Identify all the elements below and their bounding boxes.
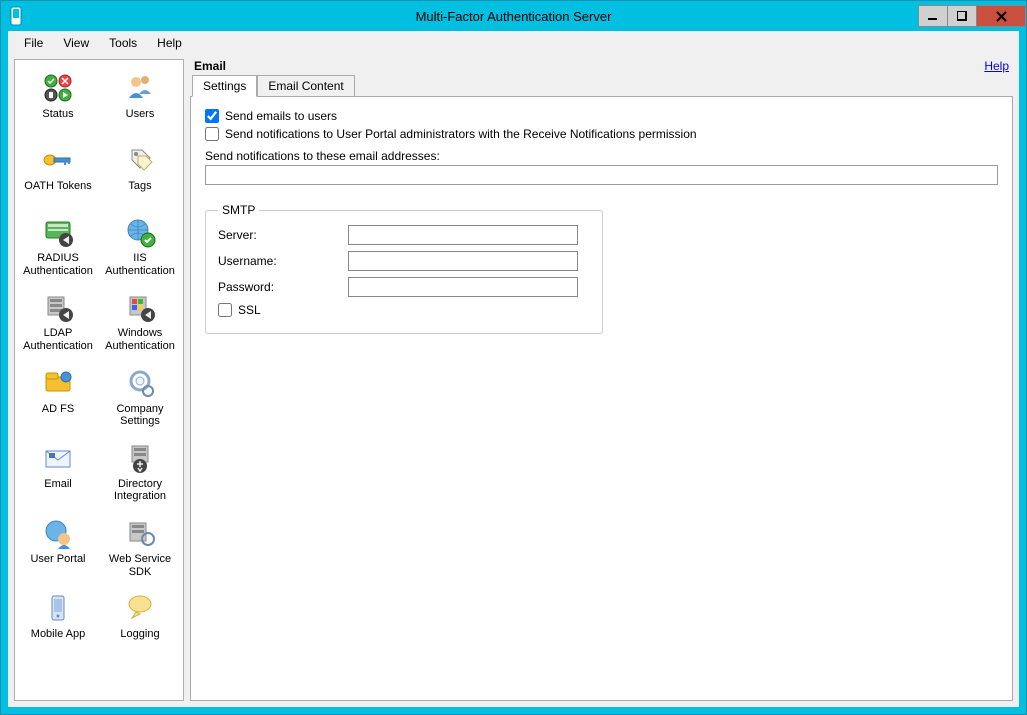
smtp-ssl-row: SSL <box>218 303 590 317</box>
menu-tools[interactable]: Tools <box>99 34 147 52</box>
menu-file[interactable]: File <box>14 34 53 52</box>
smtp-password-row: Password: <box>218 277 590 297</box>
app-window: Multi-Factor Authentication Server File … <box>0 0 1027 715</box>
sidebar-item-logging[interactable]: Logging <box>99 586 181 654</box>
sidebar-item-user-portal[interactable]: User Portal <box>17 511 99 582</box>
key-icon <box>40 142 76 178</box>
sidebar-item-label: Windows Authentication <box>101 327 179 352</box>
mobile-icon <box>40 590 76 626</box>
smtp-ssl-label: SSL <box>238 303 261 317</box>
window-title: Multi-Factor Authentication Server <box>1 9 1026 24</box>
sidebar-item-oath-tokens[interactable]: OATH Tokens <box>17 138 99 206</box>
main-panel: Email Help Settings Email Content Send e… <box>190 59 1013 701</box>
sidebar-item-label: OATH Tokens <box>24 180 91 193</box>
sidebar-item-label: Users <box>126 108 155 121</box>
tab-strip: Settings Email Content <box>192 75 1013 97</box>
panel-title: Email <box>194 59 226 73</box>
titlebar: Multi-Factor Authentication Server <box>1 1 1026 31</box>
send-emails-label: Send emails to users <box>225 109 337 123</box>
tab-container: Settings Email Content Send emails to us… <box>190 75 1013 701</box>
window-body: File View Tools Help <box>8 31 1019 707</box>
sidebar-item-windows-auth[interactable]: Windows Authentication <box>99 285 181 356</box>
send-notif-admins-checkbox[interactable] <box>205 127 219 141</box>
notif-addresses-label: Send notifications to these email addres… <box>205 149 998 163</box>
menubar: File View Tools Help <box>8 31 1019 55</box>
help-link[interactable]: Help <box>984 59 1009 73</box>
sidebar-item-directory-integration[interactable]: Directory Integration <box>99 436 181 507</box>
sidebar-item-label: RADIUS Authentication <box>19 252 97 277</box>
iis-icon <box>122 214 158 250</box>
status-icon <box>40 70 76 106</box>
minimize-button[interactable] <box>918 5 948 27</box>
smtp-server-input[interactable] <box>348 225 578 245</box>
send-emails-checkbox[interactable] <box>205 109 219 123</box>
sidebar-grid: Status Users <box>17 66 181 654</box>
email-icon <box>40 440 76 476</box>
sidebar-item-label: Email <box>44 478 72 491</box>
app-icon <box>2 2 30 30</box>
logging-icon <box>122 590 158 626</box>
windows-auth-icon <box>122 289 158 325</box>
user-portal-icon <box>40 515 76 551</box>
menu-view[interactable]: View <box>53 34 99 52</box>
users-icon <box>122 70 158 106</box>
sidebar-item-iis-auth[interactable]: IIS Authentication <box>99 210 181 281</box>
sidebar-item-web-service-sdk[interactable]: Web Service SDK <box>99 511 181 582</box>
smtp-password-input[interactable] <box>348 277 578 297</box>
sidebar-item-label: Mobile App <box>31 628 85 641</box>
gear-icon <box>122 365 158 401</box>
notif-addresses-input[interactable] <box>205 165 998 185</box>
sidebar-item-tags[interactable]: Tags <box>99 138 181 206</box>
sidebar-item-label: Status <box>42 108 73 121</box>
menu-help[interactable]: Help <box>147 34 192 52</box>
smtp-username-row: Username: <box>218 251 590 271</box>
send-emails-row: Send emails to users <box>205 109 998 123</box>
sidebar-item-label: Directory Integration <box>101 478 179 503</box>
smtp-username-input[interactable] <box>348 251 578 271</box>
sidebar-item-label: Tags <box>128 180 151 193</box>
smtp-username-label: Username: <box>218 254 348 268</box>
send-notif-admins-row: Send notifications to User Portal admini… <box>205 127 998 141</box>
close-button[interactable] <box>976 5 1026 27</box>
sidebar-item-label: User Portal <box>30 553 85 566</box>
tab-page-settings: Send emails to users Send notifications … <box>190 96 1013 701</box>
sidebar-item-adfs[interactable]: AD FS <box>17 361 99 432</box>
sidebar-item-label: AD FS <box>42 403 74 416</box>
sidebar-item-ldap-auth[interactable]: LDAP Authentication <box>17 285 99 356</box>
send-notif-admins-label: Send notifications to User Portal admini… <box>225 127 697 141</box>
maximize-button[interactable] <box>947 5 977 27</box>
smtp-legend: SMTP <box>218 203 259 217</box>
adfs-icon <box>40 365 76 401</box>
sidebar-item-label: IIS Authentication <box>101 252 179 277</box>
directory-icon <box>122 440 158 476</box>
smtp-password-label: Password: <box>218 280 348 294</box>
smtp-server-label: Server: <box>218 228 348 242</box>
panel-header: Email Help <box>190 59 1013 75</box>
ldap-icon <box>40 289 76 325</box>
sidebar-item-radius-auth[interactable]: RADIUS Authentication <box>17 210 99 281</box>
sidebar-item-label: Company Settings <box>101 403 179 428</box>
sidebar-item-label: Logging <box>120 628 159 641</box>
tab-settings[interactable]: Settings <box>192 75 257 97</box>
sidebar-item-mobile-app[interactable]: Mobile App <box>17 586 99 654</box>
smtp-server-row: Server: <box>218 225 590 245</box>
sidebar-item-label: LDAP Authentication <box>19 327 97 352</box>
window-controls <box>919 5 1026 27</box>
sidebar-item-company-settings[interactable]: Company Settings <box>99 361 181 432</box>
sidebar-item-status[interactable]: Status <box>17 66 99 134</box>
sdk-icon <box>122 515 158 551</box>
content-area: Status Users <box>8 55 1019 707</box>
radius-icon <box>40 214 76 250</box>
tag-icon <box>122 142 158 178</box>
sidebar: Status Users <box>14 59 184 701</box>
sidebar-item-users[interactable]: Users <box>99 66 181 134</box>
tab-email-content[interactable]: Email Content <box>257 75 354 97</box>
sidebar-item-label: Web Service SDK <box>101 553 179 578</box>
sidebar-item-email[interactable]: Email <box>17 436 99 507</box>
smtp-group: SMTP Server: Username: Password: <box>205 203 603 334</box>
smtp-ssl-checkbox[interactable] <box>218 303 232 317</box>
